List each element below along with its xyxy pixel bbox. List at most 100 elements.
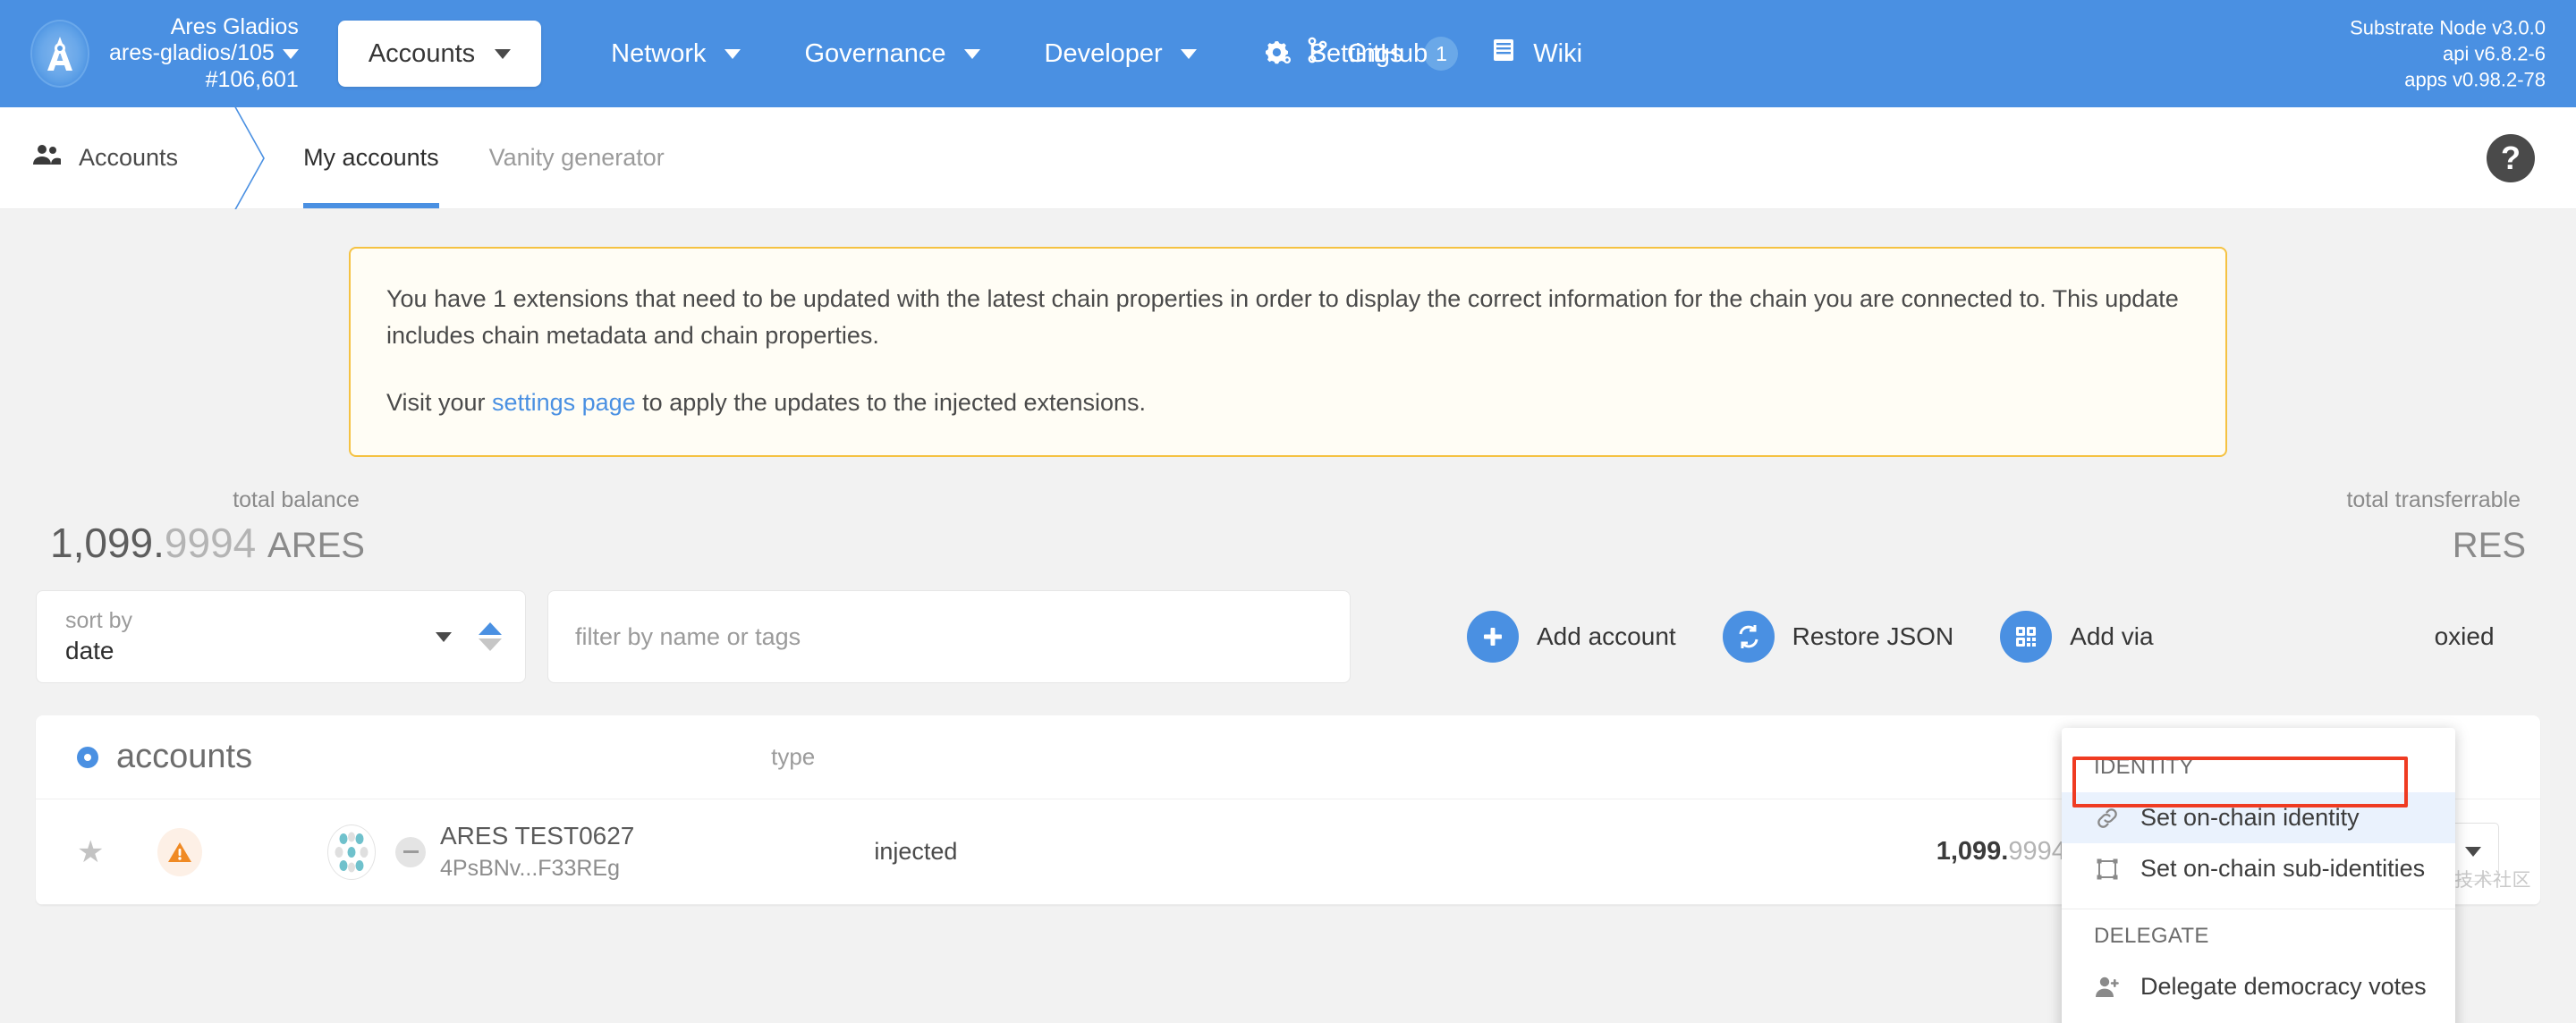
gears-icon (1261, 40, 1292, 67)
action-label: Add account (1537, 622, 1676, 651)
link-icon (2094, 806, 2121, 831)
table-title: accounts (77, 738, 252, 776)
tab-my-accounts[interactable]: My accounts (278, 107, 464, 208)
menu-group-label-delegate: DELEGATE (2094, 924, 2209, 948)
accounts-toolbar: sort by date Add account Restore J (36, 590, 2540, 684)
extension-update-alert: You have 1 extensions that need to be up… (349, 247, 2227, 458)
alert-line-2: Visit your settings page to apply the up… (386, 385, 2190, 421)
plus-icon (1467, 611, 1519, 664)
minus-circle-icon[interactable] (395, 836, 426, 867)
apps-version: apps v0.98.2-78 (2404, 68, 2546, 91)
account-type: injected (874, 838, 958, 866)
add-proxied-button[interactable]: oxied (2435, 622, 2495, 651)
users-icon (32, 143, 61, 173)
menu-item-delegate-democracy-votes[interactable]: Delegate democracy votes (2062, 961, 2455, 1012)
ares-logo-icon (30, 20, 89, 88)
node-version: Substrate Node v3.0.0 (2350, 16, 2546, 39)
filter-input[interactable] (547, 590, 1351, 684)
menu-item-set-on-chain-identity[interactable]: Set on-chain identity (2062, 792, 2455, 843)
action-label: Restore JSON (1792, 622, 1954, 651)
chevron-down-icon (1180, 48, 1197, 59)
qr-code-icon (2000, 611, 2053, 664)
chevron-down-icon (436, 631, 452, 642)
sort-order-toggle[interactable] (479, 622, 502, 652)
toolbar-actions: Add account Restore JSON Add via oxied (1467, 611, 2495, 664)
nav-label: Governance (804, 38, 946, 68)
menu-item-label: Set on-chain sub-identities (2140, 855, 2426, 882)
nav-item-network[interactable]: Network (579, 39, 772, 69)
action-label: oxied (2434, 622, 2495, 651)
add-via-qr-button[interactable]: Add via (2000, 611, 2154, 664)
balance-unit: ARES (267, 526, 365, 566)
menu-group-label-identity: IDENTITY (2094, 755, 2194, 779)
breadcrumb-chevron-separator (225, 103, 278, 214)
settings-page-link[interactable]: settings page (492, 389, 636, 416)
total-transferrable-block: total transferrable RES (2346, 487, 2526, 567)
api-version: api v6.8.2-6 (2443, 42, 2546, 65)
alert-text-after: to apply the updates to the injected ext… (635, 389, 1147, 417)
tab-label: Vanity generator (488, 144, 665, 171)
sort-desc-icon (479, 638, 502, 652)
menu-item-add-proxy[interactable]: Add proxy (2062, 1012, 2455, 1023)
nav-item-developer[interactable]: Developer (1013, 39, 1229, 69)
chevron-down-icon (495, 48, 512, 59)
section-tabbar: Accounts My accounts Vanity generator ? (0, 103, 2576, 214)
menu-item-label: Delegate democracy votes (2140, 973, 2427, 1000)
book-icon (1492, 38, 1515, 70)
git-branch-icon (1306, 37, 1329, 71)
total-balance-amount: 1,099.9994 ARES (50, 519, 365, 567)
identicon (327, 824, 376, 880)
star-icon[interactable]: ★ (77, 834, 131, 870)
total-balance-block: total balance 1,099.9994 ARES (50, 487, 365, 567)
nav-label: Network (611, 38, 707, 68)
menu-item-label: Set on-chain identity (2140, 804, 2360, 831)
warning-indicator[interactable] (131, 827, 229, 876)
table-title-label: accounts (116, 738, 253, 776)
alert-text-before: Visit your (386, 389, 493, 417)
chain-spec: ares-gladios/105 (109, 40, 275, 66)
sub-identity-icon (2094, 857, 2121, 882)
person-plus-icon (2094, 976, 2121, 999)
top-header-bar: Ares Gladios ares-gladios/105 #106,601 A… (0, 0, 2576, 107)
sort-by-label: sort by (65, 607, 133, 633)
external-links: GitHub Wiki (1306, 0, 1647, 107)
transferrable-visible-text: RES (2452, 526, 2526, 566)
chain-selector[interactable]: Ares Gladios ares-gladios/105 #106,601 (30, 14, 299, 94)
balance-integer: 1,099. (1936, 837, 2009, 867)
account-identity: ARES TEST0627 4PsBNv...F33REg (440, 821, 634, 883)
link-github[interactable]: GitHub (1306, 37, 1463, 71)
menu-item-set-on-chain-sub-identities[interactable]: Set on-chain sub-identities (2062, 843, 2455, 894)
total-balance-label: total balance (233, 487, 360, 513)
accounts-dropdown-label: Accounts (368, 38, 476, 68)
account-address: 4PsBNv...F33REg (440, 856, 621, 882)
chevron-down-icon (282, 48, 299, 59)
account-name: ARES TEST0627 (440, 822, 635, 850)
chevron-down-icon (724, 48, 741, 59)
help-button[interactable]: ? (2487, 133, 2535, 182)
total-transferrable-label: total transferrable (2346, 487, 2521, 513)
column-header-type: type (771, 743, 816, 771)
sync-icon (1722, 611, 1775, 664)
balance-decimal: 9994 (2008, 837, 2066, 867)
breadcrumb: Accounts (0, 107, 225, 208)
version-info: Substrate Node v3.0.0 api v6.8.2-6 apps … (2350, 14, 2546, 92)
breadcrumb-label: Accounts (79, 144, 179, 171)
nav-label: Developer (1044, 38, 1163, 68)
restore-json-button[interactable]: Restore JSON (1722, 611, 1954, 664)
sort-asc-icon (479, 622, 502, 636)
link-wiki[interactable]: Wiki (1492, 38, 1618, 70)
chevron-down-icon (963, 48, 980, 59)
total-transferrable-amount: RES (2346, 519, 2526, 567)
tab-list: My accounts Vanity generator (278, 107, 690, 208)
question-mark-icon: ? (2501, 139, 2521, 176)
tab-label: My accounts (303, 144, 439, 171)
link-label: Wiki (1533, 38, 1583, 68)
accounts-dropdown-button[interactable]: Accounts (337, 21, 542, 87)
sort-by-select[interactable]: sort by date (36, 590, 526, 684)
add-account-button[interactable]: Add account (1467, 611, 1676, 664)
balance-integer: 1,099. (50, 520, 165, 567)
block-number: #106,601 (205, 66, 299, 92)
nav-item-governance[interactable]: Governance (773, 39, 1013, 69)
sort-by-value: date (65, 637, 114, 665)
tab-vanity-generator[interactable]: Vanity generator (464, 107, 690, 208)
